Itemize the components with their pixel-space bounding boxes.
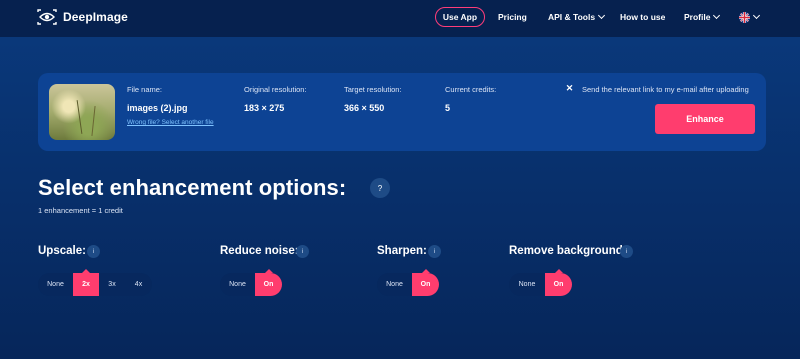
logo[interactable]: DeepImage — [37, 9, 128, 25]
use-app-button[interactable]: Use App — [435, 7, 485, 27]
file-name-value: images (2).jpg — [127, 103, 188, 113]
chevron-down-icon — [752, 11, 761, 20]
chevron-down-icon — [713, 11, 721, 20]
help-icon[interactable]: ? — [370, 178, 390, 198]
nav-profile[interactable]: Profile — [684, 7, 721, 27]
current-credits-value: 5 — [445, 103, 451, 113]
nav-profile-label: Profile — [684, 12, 711, 22]
upscale-option-2x[interactable]: 2x — [73, 269, 99, 296]
checkbox-x-icon: ✕ — [565, 83, 574, 93]
sharpen-title: Sharpen: — [377, 245, 427, 257]
reduce-noise-info-icon[interactable]: i — [296, 245, 309, 258]
page-title: Select enhancement options: — [38, 175, 347, 200]
upscale-option-4x[interactable]: 4x — [125, 273, 152, 296]
nav-pricing[interactable]: Pricing — [498, 7, 527, 27]
nav-api-tools[interactable]: API & Tools — [548, 7, 606, 27]
upscale-selector: None 2x 3x 4x — [38, 269, 152, 296]
uk-flag-icon — [739, 11, 750, 23]
language-selector[interactable] — [739, 7, 761, 27]
nav-how-to-use[interactable]: How to use — [620, 7, 665, 27]
credit-cost-note: 1 enhancement = 1 credit — [38, 206, 123, 215]
remove-background-selector: None On — [509, 269, 572, 296]
remove-background-title: Remove background: — [509, 245, 627, 257]
sharpen-info-icon[interactable]: i — [428, 245, 441, 258]
sharpen-option-none[interactable]: None — [377, 273, 412, 296]
reduce-noise-option-on[interactable]: On — [255, 269, 282, 296]
remove-background-option-on[interactable]: On — [545, 269, 572, 296]
current-credits-label: Current credits: — [445, 85, 497, 94]
email-link-checkbox-label: Send the relevant link to my e-mail afte… — [582, 85, 749, 94]
reduce-noise-option-none[interactable]: None — [220, 273, 255, 296]
logo-text: DeepImage — [63, 10, 128, 24]
nav-api-tools-label: API & Tools — [548, 12, 596, 22]
upscale-option-none[interactable]: None — [38, 273, 73, 296]
remove-background-option-none[interactable]: None — [509, 273, 545, 296]
chevron-down-icon — [598, 11, 606, 20]
original-resolution-label: Original resolution: — [244, 85, 307, 94]
remove-background-info-icon[interactable]: i — [620, 245, 633, 258]
select-another-file-link[interactable]: Wrong file? Select another file — [127, 119, 214, 126]
upscale-info-icon[interactable]: i — [87, 245, 100, 258]
upscale-option-3x[interactable]: 3x — [99, 273, 125, 296]
target-resolution-label: Target resolution: — [344, 85, 402, 94]
sharpen-option-on[interactable]: On — [412, 269, 439, 296]
enhance-button[interactable]: Enhance — [655, 104, 755, 134]
email-link-checkbox[interactable]: ✕ — [565, 84, 574, 93]
upscale-title: Upscale: — [38, 245, 86, 257]
original-resolution-value: 183 × 275 — [244, 103, 285, 113]
file-info-card: File name: images (2).jpg Wrong file? Se… — [38, 73, 766, 151]
reduce-noise-title: Reduce noise: — [220, 245, 299, 257]
file-name-label: File name: — [127, 85, 163, 94]
reduce-noise-selector: None On — [220, 269, 282, 296]
sharpen-selector: None On — [377, 269, 439, 296]
logo-eye-icon — [37, 9, 57, 25]
top-navbar: DeepImage Use App Pricing API & Tools Ho… — [0, 0, 800, 37]
target-resolution-value: 366 × 550 — [344, 103, 385, 113]
image-thumbnail — [49, 84, 115, 140]
